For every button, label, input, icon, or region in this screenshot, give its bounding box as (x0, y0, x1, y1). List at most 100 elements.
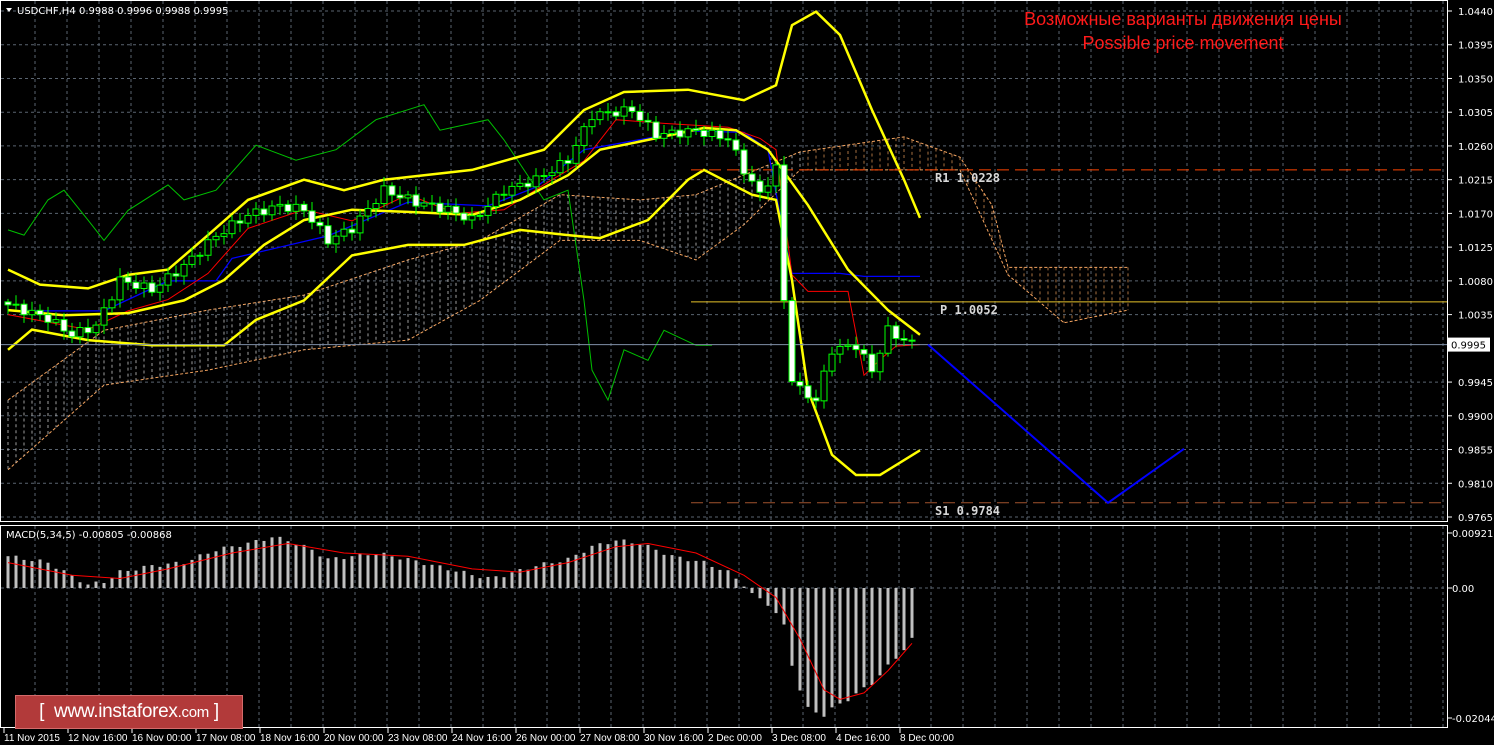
time-tick-label: 18 Nov 16:00 (260, 733, 320, 744)
candle-bear (701, 130, 707, 136)
macd-tick-label: 0.00 (1452, 584, 1474, 595)
candle-bear (725, 139, 731, 140)
price-tick-label: 1.0125 (1458, 243, 1493, 254)
candle-bull (341, 229, 347, 236)
price-tick-label: 1.0215 (1458, 176, 1493, 187)
candle-bear (813, 398, 819, 401)
candle-bull (589, 120, 595, 127)
pivot-levels: R1 1.0228P 1.0052S1 0.9784 (1, 170, 1447, 518)
candle-bear (893, 326, 899, 339)
candle-bear (853, 345, 859, 350)
collapse-triangle-icon[interactable] (6, 8, 12, 12)
candle-bull (837, 346, 843, 354)
candle-bull (381, 186, 387, 204)
candle-bull (845, 345, 851, 346)
candle-bear (149, 283, 155, 292)
candle-bear (693, 129, 699, 131)
time-tick-label: 17 Nov 08:00 (196, 733, 256, 744)
candle-bull (405, 195, 411, 198)
price-tick-label: 1.0395 (1458, 41, 1493, 52)
candle-bear (301, 204, 307, 211)
pivot-label-p: P 1.0052 (940, 303, 998, 317)
candle-bear (733, 140, 739, 150)
candle-bull (117, 277, 123, 300)
candle-bull (13, 304, 19, 305)
candle-bear (133, 282, 139, 288)
candle-bear (85, 328, 91, 333)
price-tick-label: 0.9810 (1458, 479, 1493, 490)
candle-bear (429, 203, 435, 204)
candle-bear (677, 130, 683, 137)
annotation-english: Possible price movement (1082, 33, 1283, 53)
logo-domain: www.instaforex (54, 701, 178, 722)
macd-tick-label: -0.02044 (1452, 714, 1494, 725)
candle-bear (861, 350, 867, 355)
price-chart[interactable]: R1 1.0228P 1.0052S1 0.9784 1.04401.03951… (0, 0, 1494, 745)
candle-bull (669, 130, 675, 133)
symbol-timeframe: USDCHF,H4 (17, 6, 76, 17)
instaforex-logo[interactable]: [ www.instaforex.com ] (15, 695, 243, 729)
candle-bear (869, 354, 875, 372)
candle-bull (573, 145, 579, 163)
candle-bear (909, 340, 915, 341)
price-tick-label: 1.0305 (1458, 108, 1493, 119)
candle-bull (373, 204, 379, 209)
candle-bull (221, 234, 227, 237)
candle-bull (661, 133, 667, 138)
time-tick-label: 3 Dec 08:00 (772, 733, 826, 744)
candle-bull (621, 107, 627, 116)
candle-bear (349, 229, 355, 233)
candle-bear (653, 122, 659, 138)
time-tick-label: 2 Dec 00:00 (708, 733, 762, 744)
time-tick-label: 4 Dec 16:00 (836, 733, 890, 744)
price-tick-label: 0.9900 (1458, 412, 1493, 423)
current-price-label: 0.9995 (1451, 341, 1486, 352)
candle-bull (365, 209, 371, 217)
time-tick-label: 8 Dec 00:00 (900, 733, 954, 744)
price-tick-label: 0.9855 (1458, 446, 1493, 457)
candle-bull (509, 186, 515, 195)
ohlc-values: 0.9988 0.9996 0.9988 0.9995 (79, 6, 229, 17)
candle-bull (333, 236, 339, 244)
candle-bull (541, 176, 547, 177)
candle-bear (261, 209, 267, 215)
candle-bear (397, 195, 403, 198)
candle-bull (709, 130, 715, 136)
logo-tld: .com (178, 704, 209, 721)
candle-bear (789, 301, 795, 382)
pivot-label-s1: S1 0.9784 (935, 504, 1000, 518)
candle-bull (557, 161, 563, 173)
annotation-russian: Возможные варианты движения цены (1024, 9, 1342, 29)
candle-bear (749, 174, 755, 181)
candle-bull (165, 274, 171, 285)
candle-bull (181, 264, 187, 276)
candle-bull (189, 256, 195, 264)
candle-bull (533, 176, 539, 187)
candle-bear (717, 130, 723, 138)
candle-bull (109, 300, 115, 308)
candle-bear (501, 194, 507, 195)
time-tick-label: 16 Nov 00:00 (132, 733, 192, 744)
candle-bull (829, 354, 835, 371)
candle-bear (37, 310, 43, 314)
candle-bull (205, 240, 211, 256)
candle-bear (5, 302, 11, 305)
candle-bull (885, 326, 891, 353)
candle-bear (613, 112, 619, 116)
candle-bull (549, 173, 555, 176)
candle-bull (597, 112, 603, 120)
time-tick-label: 24 Nov 16:00 (452, 733, 512, 744)
candle-bear (285, 204, 291, 211)
candle-bull (517, 183, 523, 186)
candle-bear (389, 186, 395, 195)
candle-bear (605, 112, 611, 113)
candle-bull (197, 255, 203, 256)
price-tick-label: 1.0080 (1458, 277, 1493, 288)
candle-bull (581, 127, 587, 146)
candle-bear (45, 315, 51, 323)
candle-bear (805, 386, 811, 398)
forecast-line (928, 345, 1184, 503)
grid (1, 1, 1447, 727)
candle-bull (357, 216, 363, 233)
candle-bull (773, 165, 779, 186)
